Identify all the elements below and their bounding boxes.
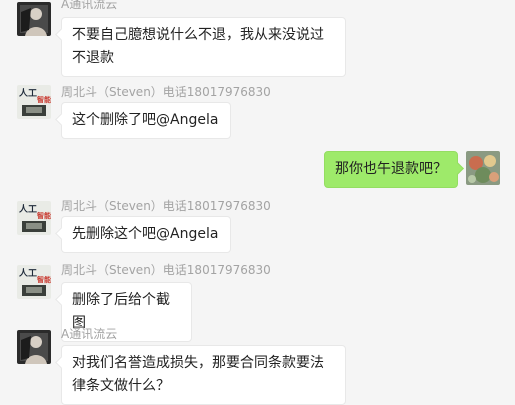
avatar-book-cover-icon[interactable]: 人工 智能 <box>17 201 51 235</box>
avatar-photo-icon[interactable] <box>17 2 51 36</box>
avatar-book-cover-icon[interactable]: 人工 智能 <box>17 85 51 119</box>
sender-name: 周北斗（Steven）电话18017976830 <box>61 85 271 99</box>
message-text: 这个删除了吧@Angela <box>72 112 219 128</box>
svg-text:智能: 智能 <box>37 95 51 104</box>
avatar-book-cover-icon[interactable]: 人工 智能 <box>17 265 51 299</box>
avatar-photo-icon[interactable] <box>17 330 51 364</box>
avatar-caption: 人工 <box>18 87 37 99</box>
avatar-caption: 人工 <box>18 267 37 279</box>
message-text: 先删除这个吧@Angela <box>72 226 219 242</box>
avatar-caption: 人工 <box>18 203 37 215</box>
sender-name: A通讯流云 <box>61 327 118 341</box>
message-bubble[interactable]: 不要自己臆想说什么不退，我从来没说过不退款 <box>55 17 346 77</box>
message-bubble[interactable]: 这个删除了吧@Angela <box>55 102 231 139</box>
message-text: 那你也午退款吧？ <box>335 161 447 177</box>
message-bubble[interactable]: 先删除这个吧@Angela <box>55 216 231 253</box>
svg-text:智能: 智能 <box>37 275 51 284</box>
sender-name: 周北斗（Steven）电话18017976830 <box>61 199 271 213</box>
sender-name: 周北斗（Steven）电话18017976830 <box>61 263 271 277</box>
message-text: 不要自己臆想说什么不退，我从来没说过不退款 <box>72 27 324 66</box>
message-bubble-outgoing[interactable]: 那你也午退款吧？ <box>324 151 464 188</box>
avatar-food-photo-icon[interactable] <box>466 151 500 185</box>
svg-text:智能: 智能 <box>37 211 51 220</box>
message-text: 对我们名誉造成损失，那要合同条款要法律条文做什么？ <box>72 355 324 394</box>
sender-name: A通讯流云 <box>61 0 118 11</box>
message-bubble[interactable]: 对我们名誉造成损失，那要合同条款要法律条文做什么？ <box>55 345 346 405</box>
